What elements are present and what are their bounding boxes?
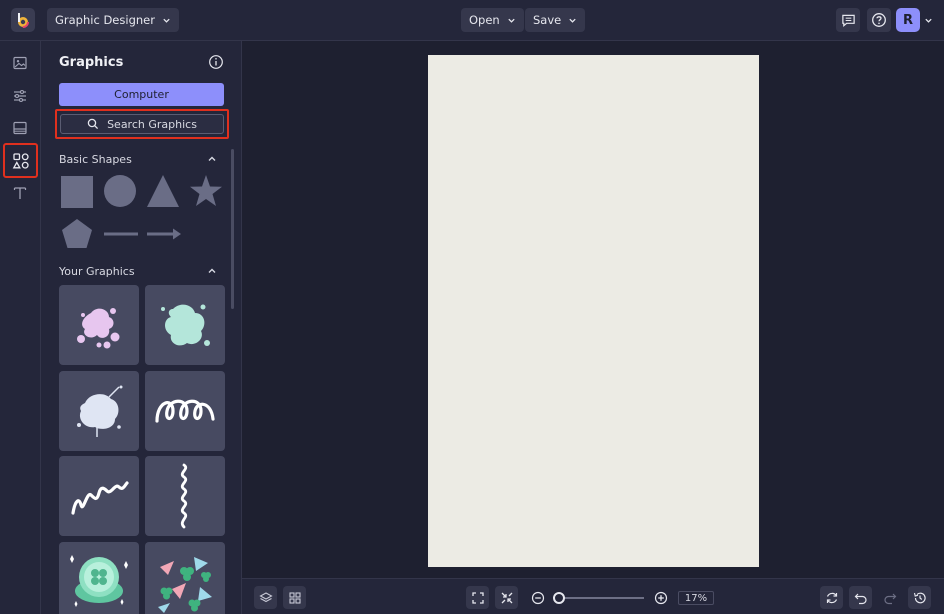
image-icon [13, 56, 27, 70]
chevron-up-icon[interactable] [207, 266, 217, 276]
top-bar: Graphic Designer Open Save R [0, 0, 944, 41]
graphic-pink-splatter[interactable] [59, 285, 139, 365]
white-wavy-line-icon [180, 463, 188, 529]
search-graphics-label: Search Graphics [107, 117, 197, 131]
rail-item-graphics[interactable] [3, 143, 38, 178]
chevron-down-icon[interactable] [924, 16, 933, 25]
sliders-icon [14, 89, 26, 103]
coin-clover-icon [70, 555, 128, 607]
graphic-white-zigzag[interactable] [59, 456, 139, 536]
graphic-mint-splatter[interactable] [145, 285, 225, 365]
chevron-down-icon [569, 18, 576, 23]
text-icon [13, 187, 27, 199]
rail-item-layouts[interactable] [9, 117, 31, 139]
pentagon-shape[interactable] [60, 217, 94, 251]
fit-to-screen-button[interactable] [466, 586, 489, 609]
info-icon[interactable] [208, 54, 224, 70]
light-blue-splatter-icon [77, 385, 123, 437]
redo-icon [883, 593, 896, 604]
mint-splatter-icon [161, 304, 210, 346]
graphic-gold-coin-clover[interactable] [59, 542, 139, 614]
layers-button[interactable] [254, 586, 277, 609]
redo-button[interactable] [878, 586, 901, 609]
feedback-button[interactable] [836, 8, 860, 32]
zoom-slider-track[interactable] [558, 597, 644, 599]
computer-button[interactable]: Computer [59, 83, 224, 106]
shamrock-confetti-icon [158, 557, 212, 613]
compress-icon [501, 592, 512, 603]
help-icon [872, 13, 886, 27]
search-graphics-highlight: Search Graphics [55, 109, 229, 139]
save-label: Save [533, 13, 562, 27]
save-dropdown[interactable]: Save [525, 8, 586, 32]
search-graphics-button[interactable]: Search Graphics [60, 114, 224, 134]
graphic-shamrock-confetti[interactable] [145, 542, 225, 614]
actual-size-button[interactable] [495, 586, 518, 609]
chevron-down-icon [163, 18, 170, 23]
zoom-value[interactable]: 17% [678, 591, 714, 605]
triangle-shape[interactable] [146, 174, 180, 208]
zoom-out-icon[interactable] [531, 591, 545, 605]
star-shape[interactable] [189, 174, 223, 208]
your-graphics-title: Your Graphics [59, 265, 135, 278]
refresh-icon [826, 592, 837, 603]
graphic-white-wavy-line[interactable] [145, 456, 225, 536]
refresh-button[interactable] [820, 586, 843, 609]
panel-title: Graphics [59, 55, 124, 70]
zoom-slider-knob[interactable] [553, 592, 565, 604]
rail-item-text[interactable] [9, 182, 31, 204]
rail-item-image-manager[interactable] [9, 52, 31, 74]
white-zigzag-icon [71, 481, 129, 515]
undo-icon [854, 593, 867, 604]
tool-rail [0, 41, 41, 614]
panel-scrollbar[interactable] [231, 149, 234, 309]
bottom-toolbar: 17% [242, 578, 944, 614]
circle-shape[interactable] [103, 174, 137, 208]
basic-shapes-title: Basic Shapes [59, 153, 132, 166]
graphic-white-spiral[interactable] [145, 371, 225, 451]
chat-icon [841, 14, 855, 27]
graphic-light-blue-splatter[interactable] [59, 371, 139, 451]
graphics-panel: Graphics Computer Search Graphics Basic … [41, 41, 242, 614]
grid-button[interactable] [283, 586, 306, 609]
workspace [242, 41, 944, 578]
graphics-icon [12, 152, 29, 169]
user-avatar[interactable]: R [896, 8, 920, 32]
app-menu-label: Graphic Designer [55, 13, 155, 27]
line-shape[interactable] [103, 217, 139, 251]
square-shape[interactable] [60, 175, 94, 209]
design-canvas[interactable] [428, 55, 759, 567]
open-dropdown[interactable]: Open [461, 8, 524, 32]
search-icon [87, 118, 99, 130]
chevron-down-icon [508, 18, 515, 23]
zoom-in-icon[interactable] [654, 591, 668, 605]
history-icon [913, 592, 926, 603]
arrow-shape[interactable] [146, 217, 182, 251]
pink-splatter-icon [77, 308, 120, 349]
open-label: Open [469, 13, 500, 27]
grid-icon [288, 591, 301, 604]
rail-item-customize[interactable] [9, 85, 31, 107]
undo-button[interactable] [849, 586, 872, 609]
expand-icon [471, 591, 484, 604]
layers-icon [258, 591, 273, 602]
befunky-logo-icon[interactable] [11, 8, 35, 32]
chevron-up-icon[interactable] [207, 154, 217, 164]
white-spiral-icon [155, 399, 215, 423]
help-button[interactable] [867, 8, 891, 32]
app-menu-dropdown[interactable]: Graphic Designer [47, 8, 179, 32]
layout-icon [13, 121, 27, 135]
history-button[interactable] [908, 586, 931, 609]
